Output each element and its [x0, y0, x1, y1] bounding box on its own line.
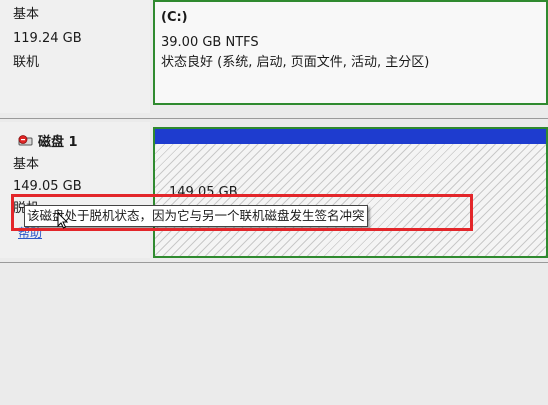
red-highlight-box: [11, 194, 473, 231]
disk1-unallocated[interactable]: 149.05 GB: [153, 127, 548, 258]
partition-c-size: 39.00 GB NTFS: [161, 35, 259, 50]
partition-c-name: (C:): [161, 10, 188, 25]
disk0-type: 基本: [13, 7, 40, 22]
disk0-label-panel[interactable]: 基本 119.24 GB 联机: [0, 0, 150, 113]
disk0-size: 119.24 GB: [13, 31, 82, 46]
mouse-cursor-icon: [57, 212, 68, 229]
disk0-status: 联机: [13, 55, 40, 70]
row-separator: [0, 118, 548, 119]
offline-disk-icon: [18, 135, 33, 146]
disk1-type: 基本: [13, 157, 40, 172]
partition-c[interactable]: (C:) 39.00 GB NTFS 状态良好 (系统, 启动, 页面文件, 活…: [153, 0, 548, 105]
disk1-size: 149.05 GB: [13, 179, 82, 194]
unallocated-bar: [155, 129, 546, 144]
disk1-title: 磁盘 1: [38, 135, 78, 150]
row-separator-bottom: [0, 262, 548, 263]
partition-c-health: 状态良好 (系统, 启动, 页面文件, 活动, 主分区): [161, 55, 430, 70]
partition-c-info: (C:) 39.00 GB NTFS 状态良好 (系统, 启动, 页面文件, 活…: [161, 10, 429, 71]
